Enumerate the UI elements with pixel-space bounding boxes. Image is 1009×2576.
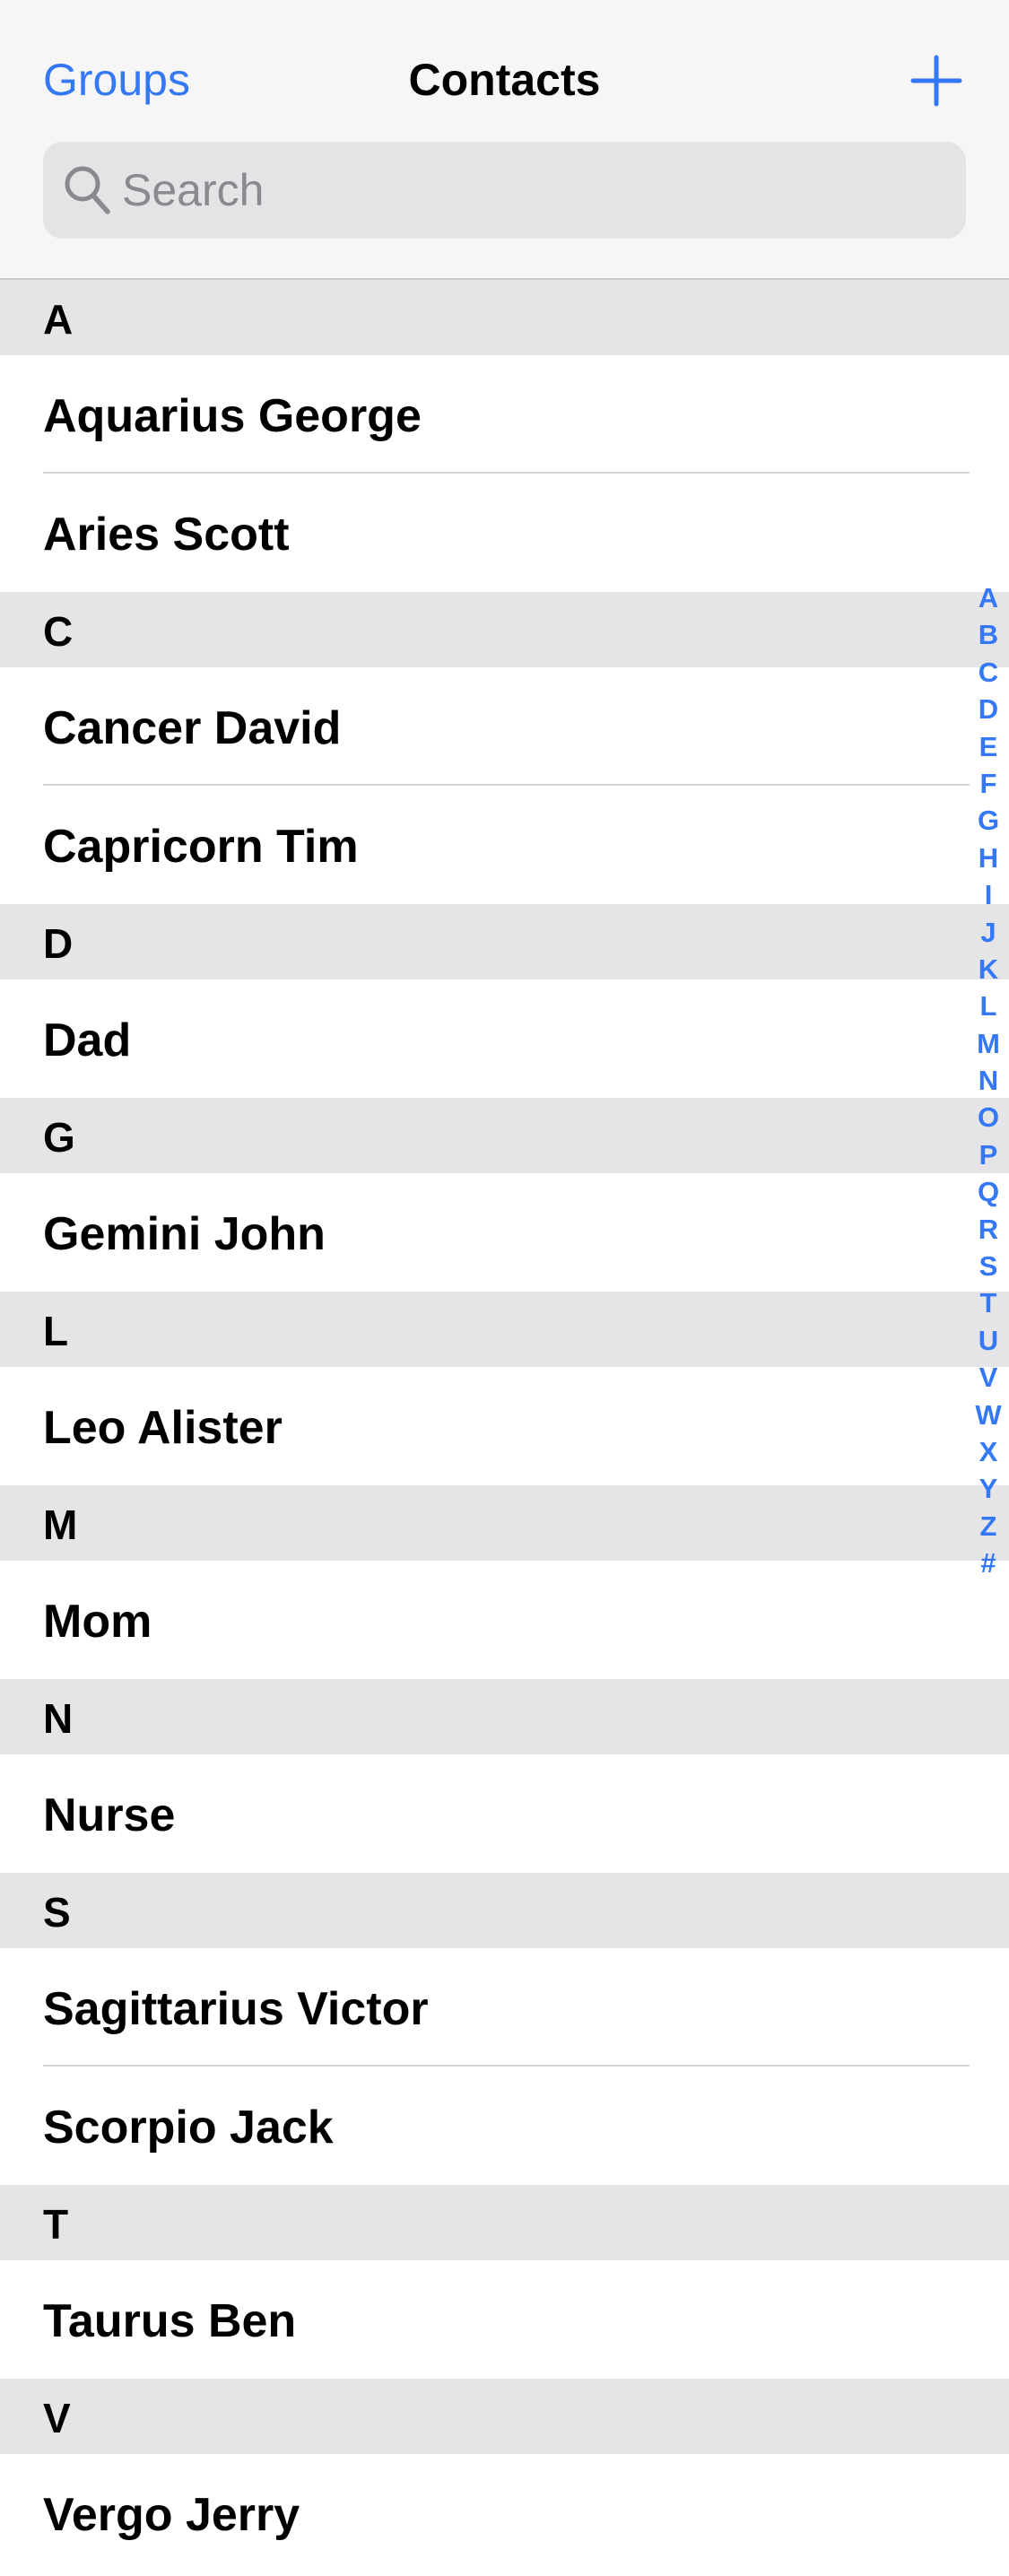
index-letter[interactable]: W xyxy=(971,1397,1005,1433)
groups-button[interactable]: Groups xyxy=(43,54,190,106)
search-icon xyxy=(65,166,110,214)
contact-row[interactable]: Nurse xyxy=(0,1754,1009,1873)
index-letter[interactable]: N xyxy=(971,1062,1005,1099)
index-letter[interactable]: C xyxy=(971,654,1005,691)
index-letter[interactable]: I xyxy=(971,876,1005,913)
section-header-g: G xyxy=(0,1098,1009,1173)
contact-row[interactable]: Scorpio Jack xyxy=(0,2067,1009,2185)
plus-icon xyxy=(910,55,962,107)
index-letter[interactable]: Z xyxy=(971,1508,1005,1545)
navigation-header: Groups Contacts xyxy=(0,0,1009,280)
contact-row[interactable]: Gemini John xyxy=(0,1173,1009,1292)
contact-row[interactable]: Vergo Jerry xyxy=(0,2454,1009,2572)
index-letter[interactable]: V xyxy=(971,1359,1005,1396)
index-letter[interactable]: O xyxy=(971,1099,1005,1136)
index-letter[interactable]: H xyxy=(971,840,1005,876)
contact-row[interactable]: Dad xyxy=(0,979,1009,1098)
contact-row[interactable]: Cancer David xyxy=(0,667,1009,786)
search-input[interactable] xyxy=(122,142,929,239)
index-letter[interactable]: X xyxy=(971,1433,1005,1470)
index-letter[interactable]: D xyxy=(971,691,1005,727)
contact-row[interactable]: Mom xyxy=(0,1561,1009,1679)
add-contact-button[interactable] xyxy=(908,52,965,109)
section-index-bar[interactable]: A B C D E F G H I J K L M N O P Q R S T U V W X Y Z # xyxy=(971,579,1005,1582)
contact-row[interactable]: Taurus Ben xyxy=(0,2260,1009,2379)
index-letter[interactable]: B xyxy=(971,616,1005,653)
index-letter[interactable]: Q xyxy=(971,1173,1005,1210)
index-letter[interactable]: P xyxy=(971,1136,1005,1173)
index-letter[interactable]: # xyxy=(971,1545,1005,1581)
index-letter[interactable]: J xyxy=(971,914,1005,951)
index-letter[interactable]: L xyxy=(971,988,1005,1024)
section-header-a: A xyxy=(0,280,1009,355)
contact-row[interactable]: Capricorn Tim xyxy=(0,786,1009,904)
contact-row[interactable]: Aries Scott xyxy=(0,474,1009,592)
index-letter[interactable]: R xyxy=(971,1211,1005,1248)
index-letter[interactable]: M xyxy=(971,1025,1005,1062)
index-letter[interactable]: T xyxy=(971,1284,1005,1321)
contact-list: A Aquarius George Aries Scott C Cancer David… xyxy=(0,280,1009,2572)
section-header-l: L xyxy=(0,1292,1009,1367)
index-letter[interactable]: E xyxy=(971,728,1005,765)
section-header-n: N xyxy=(0,1679,1009,1754)
section-header-m: M xyxy=(0,1485,1009,1561)
index-letter[interactable]: K xyxy=(971,951,1005,988)
index-letter[interactable]: G xyxy=(971,802,1005,839)
index-letter[interactable]: S xyxy=(971,1248,1005,1284)
section-header-d: D xyxy=(0,904,1009,979)
index-letter[interactable]: A xyxy=(971,579,1005,616)
contact-row[interactable]: Sagittarius Victor xyxy=(0,1948,1009,2067)
contact-row[interactable]: Aquarius George xyxy=(0,355,1009,474)
index-letter[interactable]: U xyxy=(971,1322,1005,1359)
section-header-c: C xyxy=(0,592,1009,667)
section-header-v: V xyxy=(0,2379,1009,2454)
search-bar[interactable] xyxy=(43,142,966,239)
section-header-t: T xyxy=(0,2185,1009,2260)
index-letter[interactable]: Y xyxy=(971,1470,1005,1507)
contact-row[interactable]: Leo Alister xyxy=(0,1367,1009,1485)
index-letter[interactable]: F xyxy=(971,765,1005,802)
section-header-s: S xyxy=(0,1873,1009,1948)
